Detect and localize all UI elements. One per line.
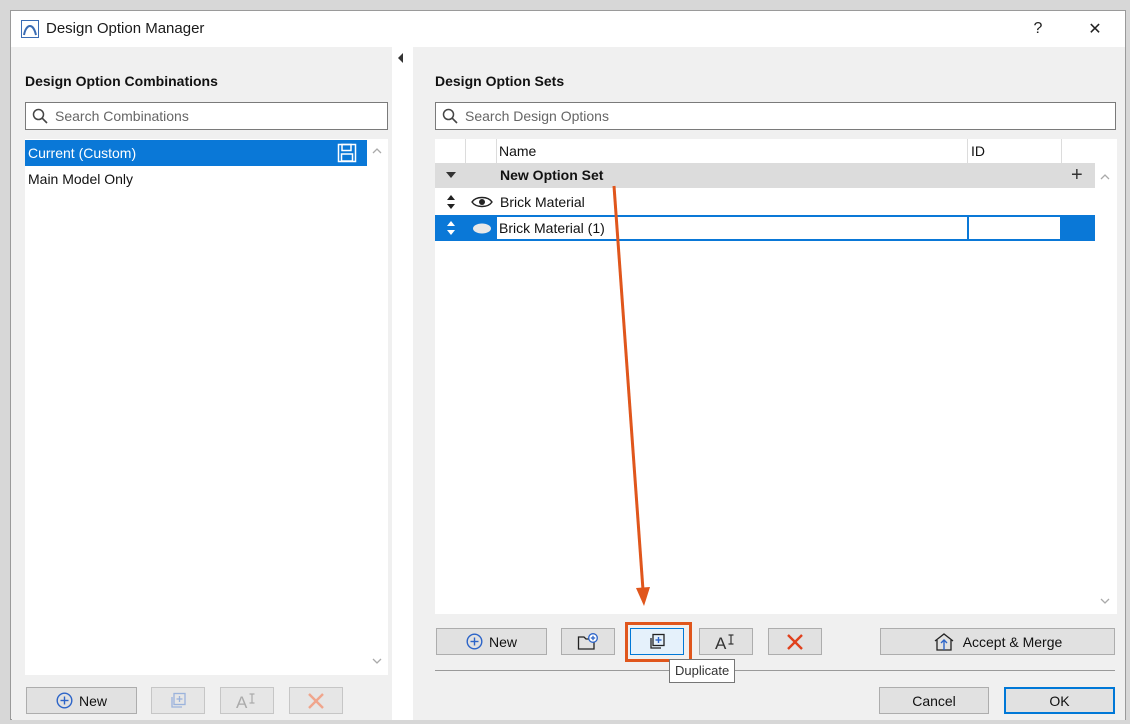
combinations-title: Design Option Combinations (25, 73, 218, 89)
combinations-list: Current (Custom) Main Model Only (25, 139, 388, 675)
accept-merge-label: Accept & Merge (962, 633, 1063, 650)
duplicate-highlight-box (625, 622, 692, 662)
new-option-button[interactable]: New (436, 628, 547, 655)
accept-merge-icon (934, 632, 954, 651)
pane-splitter[interactable] (392, 47, 413, 720)
option-id-input[interactable] (971, 219, 1058, 237)
delete-option-button[interactable] (768, 628, 822, 655)
save-icon[interactable] (337, 143, 357, 163)
svg-text:A: A (236, 693, 248, 710)
new-folder-icon (577, 632, 598, 650)
option-set-group-row[interactable]: New Option Set + (435, 163, 1095, 188)
collapse-triangle-icon[interactable] (446, 172, 456, 179)
option-sets-table: Name ID New Option Set + Brick Material (435, 139, 1117, 614)
list-item-current-custom[interactable]: Current (Custom) (25, 140, 367, 166)
column-separator (967, 139, 968, 163)
search-combinations[interactable] (25, 102, 388, 130)
combinations-scrollbar[interactable] (367, 139, 387, 675)
table-row-selected[interactable] (435, 215, 1095, 241)
delete-combination-button[interactable] (289, 687, 343, 714)
column-separator (1061, 139, 1062, 163)
delete-icon (308, 692, 324, 709)
ok-button[interactable]: OK (1004, 687, 1115, 714)
title-bar: Design Option Manager ? ✕ (11, 11, 1125, 47)
scroll-up-icon[interactable] (371, 145, 383, 157)
app-logo-icon (21, 20, 39, 38)
reorder-handle-icon[interactable] (447, 221, 455, 235)
new-combination-button[interactable]: New (26, 687, 137, 714)
add-option-icon[interactable]: + (1071, 164, 1083, 186)
collapse-arrow-icon[interactable] (398, 53, 403, 63)
rename-icon: A (236, 693, 255, 710)
column-header-id[interactable]: ID (971, 139, 1059, 163)
cancel-button[interactable]: Cancel (879, 687, 989, 714)
column-separator (496, 139, 497, 163)
option-name-input[interactable] (499, 219, 965, 237)
duplicate-combination-button[interactable] (151, 687, 205, 714)
footer-divider (435, 670, 1115, 671)
search-design-options-input[interactable] (463, 106, 1103, 126)
option-sets-title: Design Option Sets (435, 73, 565, 89)
new-option-set-button[interactable] (561, 628, 615, 655)
help-button[interactable]: ? (1015, 11, 1061, 47)
column-separator (465, 139, 466, 163)
search-icon (442, 108, 458, 124)
search-icon (32, 108, 48, 124)
rename-combination-button[interactable]: A (220, 687, 274, 714)
svg-text:A: A (715, 634, 727, 651)
new-button-label: New (78, 692, 107, 709)
combinations-pane: Design Option Combinations Current (Cust… (12, 47, 392, 720)
rename-option-button[interactable]: A (699, 628, 753, 655)
list-item-label: Current (Custom) (28, 145, 137, 161)
duplicate-icon (171, 692, 186, 708)
hidden-eye-icon[interactable] (471, 223, 493, 234)
list-item-main-model-only[interactable]: Main Model Only (25, 166, 367, 192)
option-name: Brick Material (500, 194, 585, 210)
reorder-handle-icon[interactable] (447, 195, 455, 209)
ok-label: OK (1049, 692, 1070, 709)
duplicate-tooltip: Duplicate (669, 659, 736, 683)
new-button-label: New (488, 633, 517, 650)
list-item-label: Main Model Only (28, 171, 134, 187)
close-button[interactable]: ✕ (1072, 11, 1118, 47)
window-title: Design Option Manager (46, 20, 205, 37)
option-sets-pane: Design Option Sets Name ID New Option Se… (413, 47, 1125, 720)
dialog-window: Design Option Manager ? ✕ Design Option … (10, 10, 1126, 720)
option-name-edit-field[interactable] (497, 217, 967, 239)
cancel-label: Cancel (912, 692, 956, 709)
scroll-up-icon[interactable] (1099, 171, 1111, 183)
table-row[interactable]: Brick Material (435, 189, 1095, 215)
accept-merge-button[interactable]: Accept & Merge (880, 628, 1115, 655)
option-sets-scrollbar[interactable] (1095, 163, 1115, 614)
scroll-down-icon[interactable] (1099, 595, 1111, 607)
column-header-name[interactable]: Name (499, 139, 967, 163)
option-id-edit-field[interactable] (969, 217, 1060, 239)
search-combinations-input[interactable] (53, 106, 373, 126)
option-set-name: New Option Set (500, 167, 604, 183)
eye-icon[interactable] (471, 196, 493, 208)
add-circle-icon (466, 633, 483, 650)
scroll-down-icon[interactable] (371, 655, 383, 667)
search-design-options[interactable] (435, 102, 1116, 130)
delete-icon (787, 633, 803, 650)
rename-icon: A (715, 634, 734, 651)
add-circle-icon (56, 692, 73, 709)
